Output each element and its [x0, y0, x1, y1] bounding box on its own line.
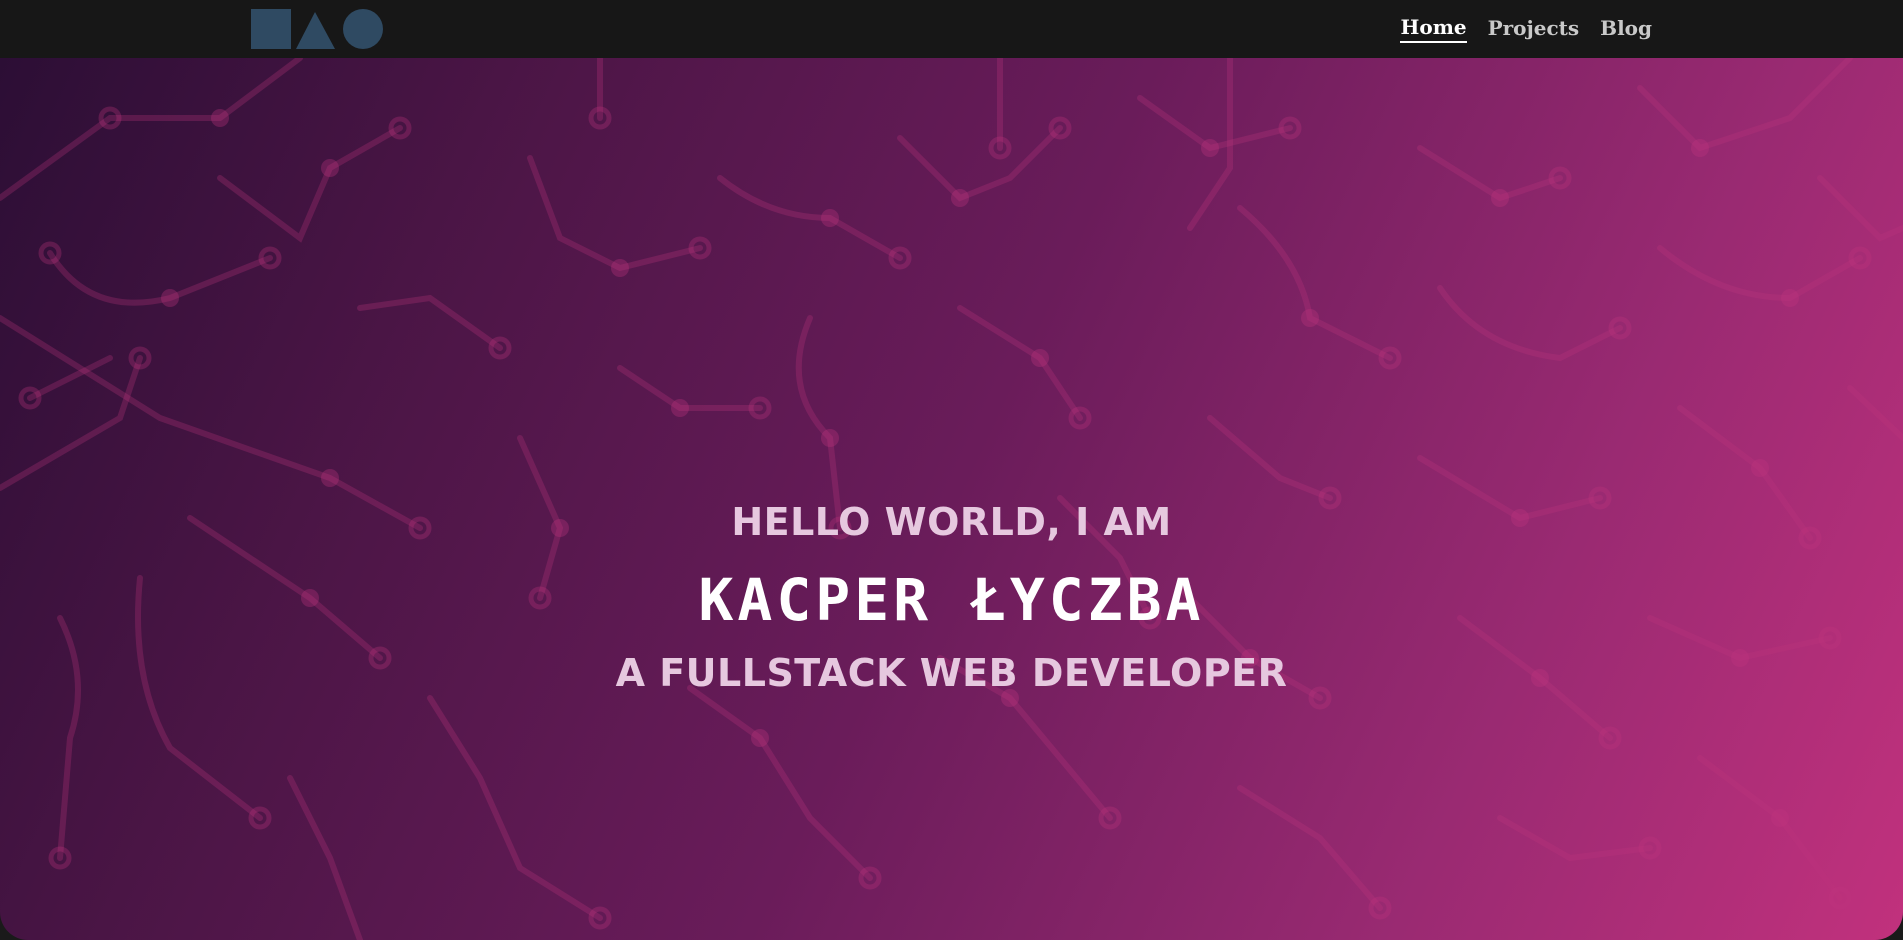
nav-links: Home Projects Blog: [1400, 0, 1652, 58]
nav-link-projects[interactable]: Projects: [1488, 16, 1580, 42]
circuit-pattern: [0, 58, 1903, 940]
hero-name: KACPER ŁYCZBA: [698, 566, 1205, 634]
hero-section: HELLO WORLD, I AM KACPER ŁYCZBA A FULLST…: [0, 58, 1903, 940]
navbar: Home Projects Blog: [0, 0, 1903, 58]
hero-role: A FULLSTACK WEB DEVELOPER: [615, 651, 1288, 695]
shapes-logo-icon[interactable]: [251, 9, 383, 49]
hero-greeting: HELLO WORLD, I AM: [731, 500, 1172, 544]
nav-link-home[interactable]: Home: [1400, 15, 1467, 43]
nav-link-blog[interactable]: Blog: [1600, 16, 1652, 42]
